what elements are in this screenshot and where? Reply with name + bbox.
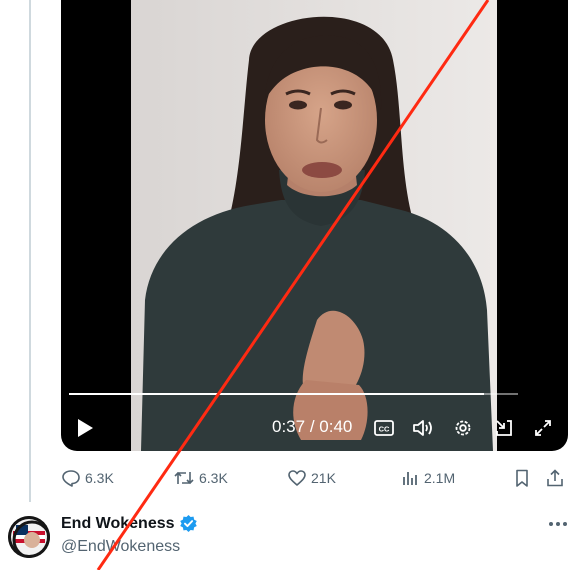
video-progress-fill bbox=[69, 393, 485, 395]
repost-icon bbox=[174, 471, 194, 485]
repost-count: 6.3K bbox=[199, 470, 228, 486]
reply-icon bbox=[62, 470, 80, 487]
video-time-separator: / bbox=[309, 417, 315, 436]
views-count: 2.1M bbox=[424, 470, 456, 486]
picture-in-picture-button[interactable] bbox=[492, 416, 516, 440]
more-options-button[interactable] bbox=[546, 512, 570, 536]
reply-button[interactable]: 6.3K bbox=[61, 464, 114, 492]
captions-icon: CC bbox=[374, 420, 394, 436]
views-button[interactable]: 2.1M bbox=[400, 464, 455, 492]
author-name-text: End Wokeness bbox=[61, 514, 175, 532]
author-name[interactable]: End Wokeness bbox=[61, 514, 198, 533]
video-current-time: 0:37 bbox=[272, 417, 306, 436]
tweet-author: End Wokeness @EndWokeness bbox=[0, 508, 586, 570]
tweet-view: 0:37 / 0:40 CC 6.3K 6.3K 21K 2.1M End Wo… bbox=[0, 0, 586, 570]
video-duration: 0:40 bbox=[319, 417, 353, 436]
fullscreen-button[interactable] bbox=[531, 416, 555, 440]
author-handle[interactable]: @EndWokeness bbox=[61, 538, 180, 556]
views-icon bbox=[403, 472, 417, 485]
svg-text:CC: CC bbox=[379, 425, 390, 434]
captions-button[interactable]: CC bbox=[372, 416, 396, 440]
reply-count: 6.3K bbox=[85, 470, 114, 486]
play-button[interactable] bbox=[73, 416, 97, 440]
settings-icon bbox=[455, 420, 471, 436]
avatar-image bbox=[8, 516, 50, 558]
share-button[interactable] bbox=[545, 464, 565, 492]
bookmark-button[interactable] bbox=[512, 464, 532, 492]
video-frame bbox=[131, 0, 497, 451]
video-player[interactable]: 0:37 / 0:40 CC bbox=[61, 0, 568, 451]
avatar[interactable] bbox=[8, 516, 50, 558]
fullscreen-icon bbox=[535, 420, 551, 436]
heart-icon bbox=[288, 470, 306, 486]
video-frame-image bbox=[131, 0, 497, 451]
volume-button[interactable] bbox=[411, 416, 437, 440]
pip-icon bbox=[496, 420, 512, 436]
tweet-action-bar: 6.3K 6.3K 21K 2.1M bbox=[0, 464, 586, 492]
repost-button[interactable]: 6.3K bbox=[173, 464, 228, 492]
like-button[interactable]: 21K bbox=[287, 464, 336, 492]
verified-badge-icon bbox=[179, 514, 198, 533]
thread-connector-line bbox=[29, 0, 31, 502]
settings-button[interactable] bbox=[451, 416, 475, 440]
more-dots-icon bbox=[549, 522, 567, 526]
volume-icon bbox=[413, 420, 432, 436]
bookmark-icon bbox=[516, 469, 528, 487]
play-icon bbox=[78, 419, 93, 437]
video-time: 0:37 / 0:40 bbox=[272, 417, 352, 437]
like-count: 21K bbox=[311, 470, 336, 486]
share-icon bbox=[547, 469, 563, 487]
video-progress-bar[interactable] bbox=[69, 393, 518, 395]
